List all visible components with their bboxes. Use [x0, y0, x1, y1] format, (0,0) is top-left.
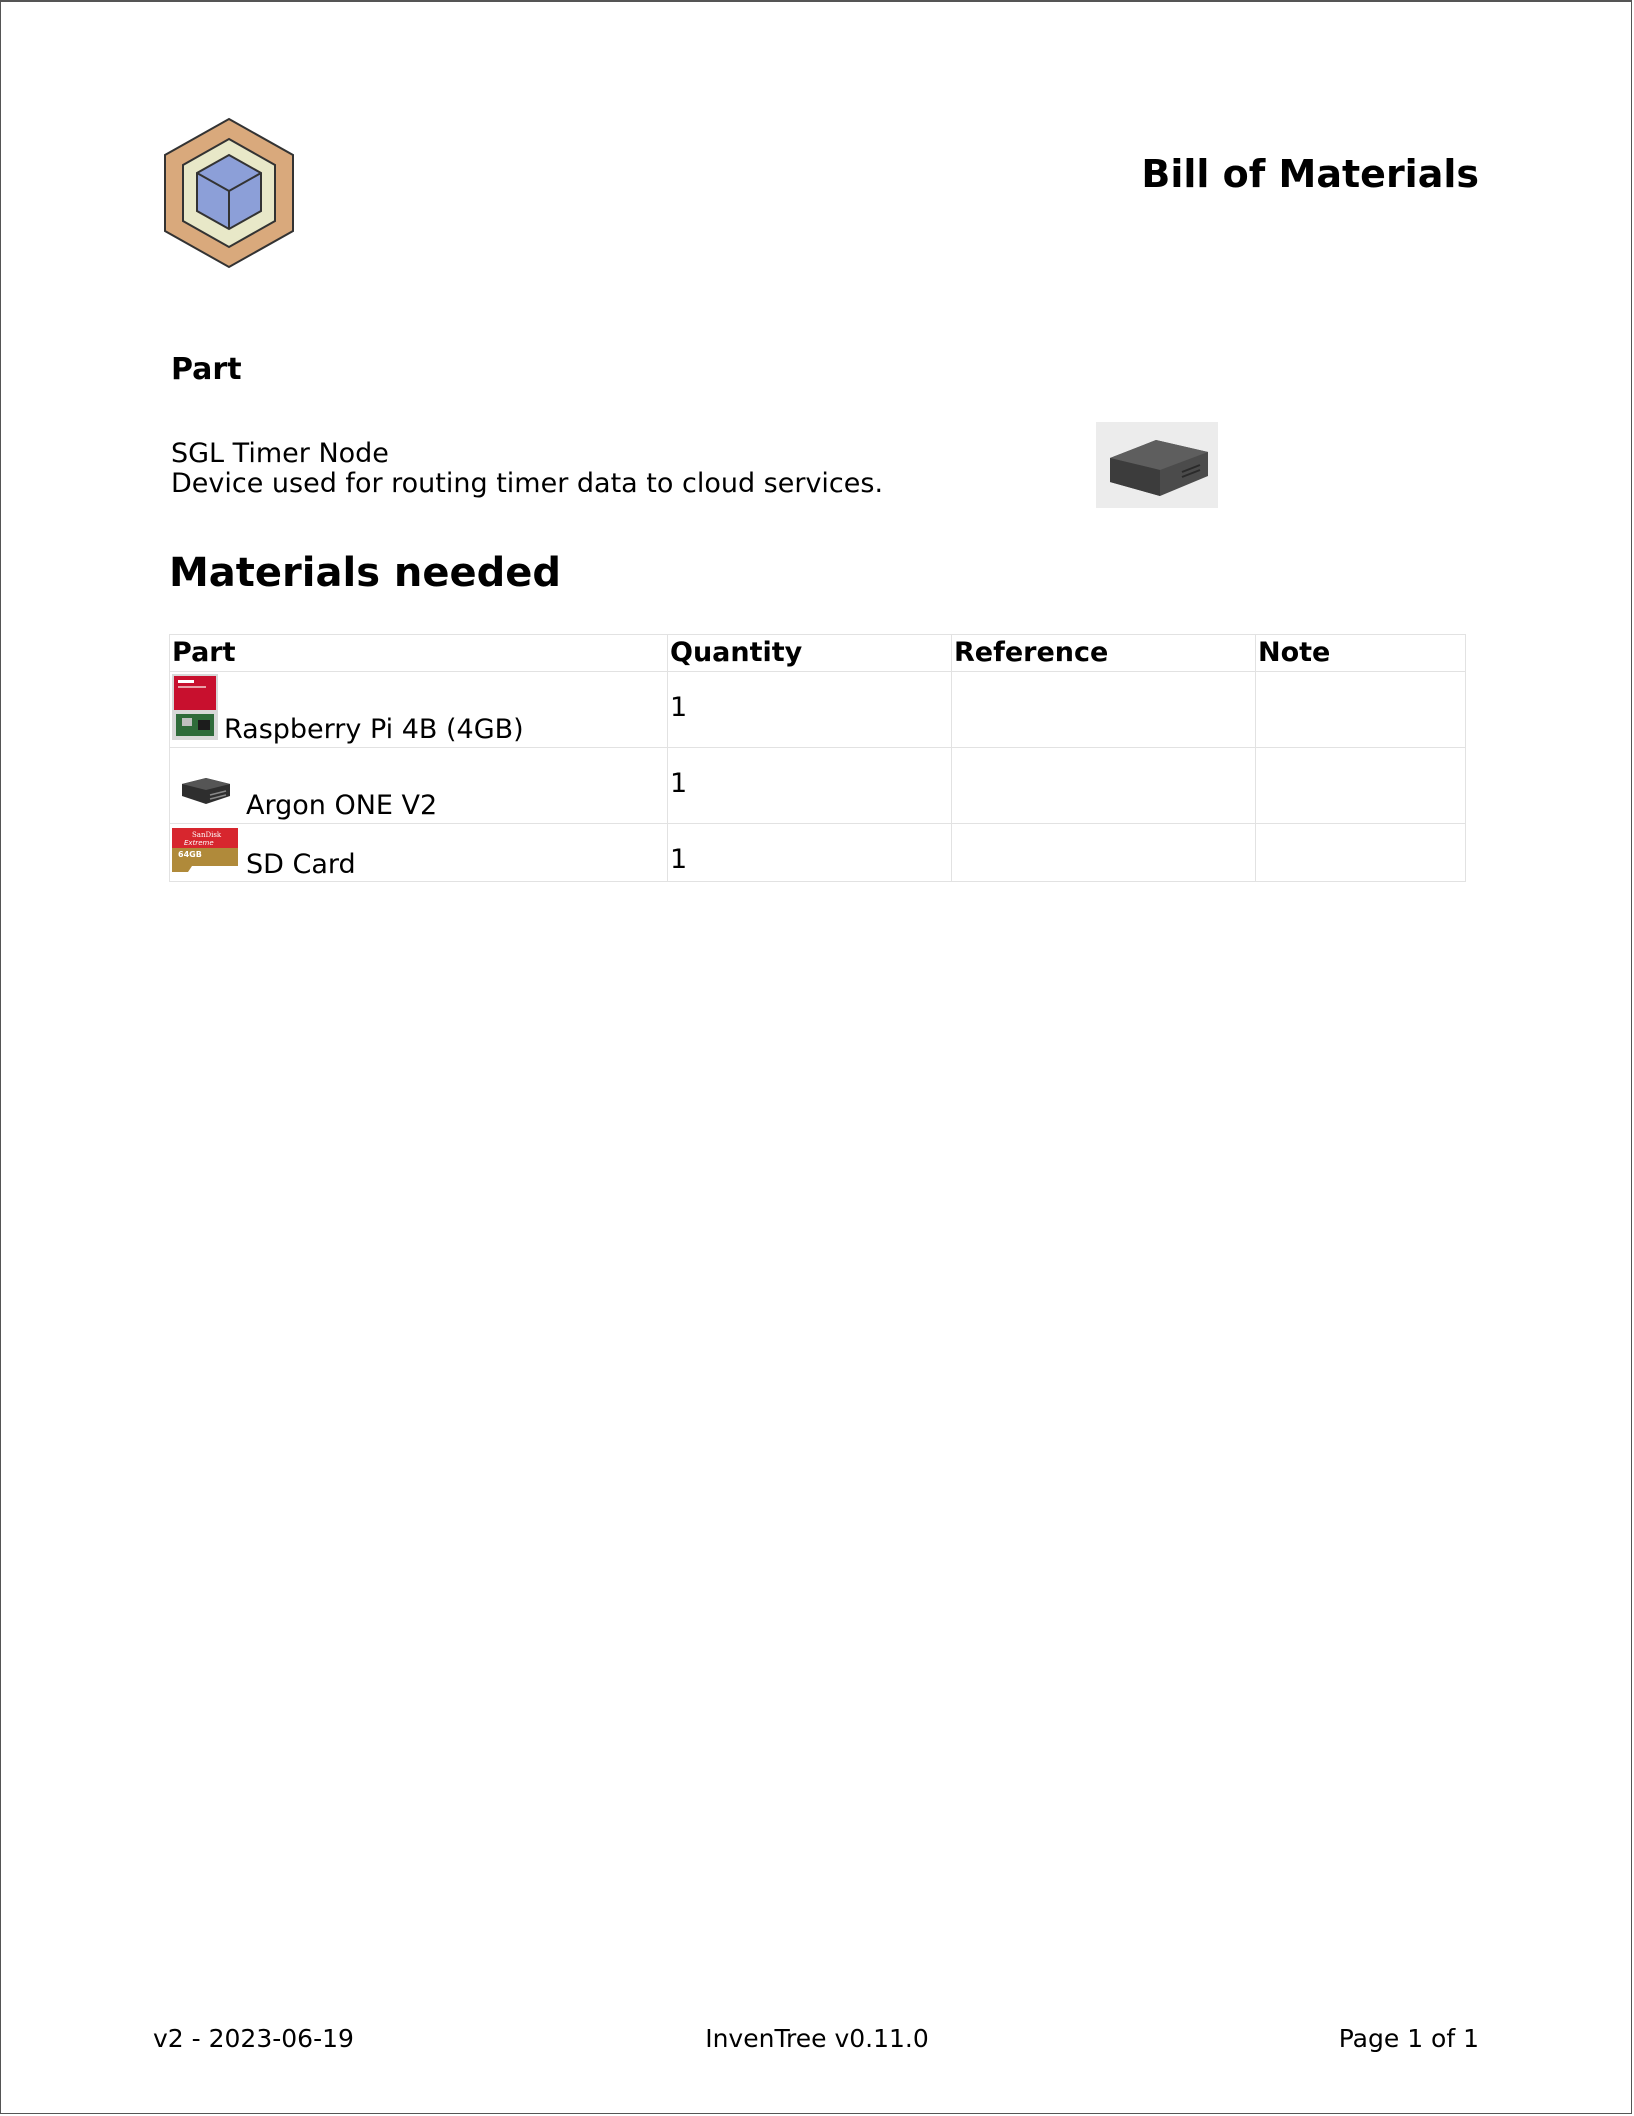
sd-card-thumbnail-icon: SanDisk Extreme 64GB [172, 826, 238, 872]
materials-heading: Materials needed [169, 550, 562, 596]
table-row: SanDisk Extreme 64GB SD Card 1 [169, 823, 1466, 882]
table-header-row: Part Quantity Reference Note [169, 634, 1466, 672]
note-cell [1255, 823, 1466, 882]
note-cell [1255, 671, 1466, 748]
column-header-reference: Reference [951, 634, 1256, 672]
raspberry-pi-thumbnail-icon [172, 674, 218, 740]
part-cell: SanDisk Extreme 64GB SD Card [169, 823, 668, 882]
part-label: SD Card [246, 849, 356, 880]
note-cell [1255, 747, 1466, 824]
sd-card-capacity: 64GB [178, 850, 202, 859]
table-row: Argon ONE V2 1 [169, 747, 1466, 824]
reference-cell [951, 823, 1256, 882]
column-header-quantity: Quantity [667, 634, 952, 672]
sd-card-brand: SanDisk [192, 831, 222, 839]
reference-cell [951, 747, 1256, 824]
part-image [1096, 422, 1218, 508]
part-label: Raspberry Pi 4B (4GB) [224, 714, 524, 745]
part-section-heading: Part [171, 352, 242, 387]
table-row: Raspberry Pi 4B (4GB) 1 [169, 671, 1466, 748]
report-title: Bill of Materials [1141, 152, 1479, 196]
column-header-note: Note [1255, 634, 1466, 672]
part-name: SGL Timer Node [171, 438, 389, 469]
quantity-cell: 1 [667, 747, 952, 824]
quantity-cell: 1 [667, 823, 952, 882]
bom-table: Part Quantity Reference Note Raspberry P… [169, 634, 1466, 882]
sd-card-line: Extreme [184, 839, 214, 847]
argon-case-thumbnail-icon [180, 776, 232, 806]
column-header-part: Part [169, 634, 668, 672]
footer-page-info: Page 1 of 1 [1338, 2024, 1479, 2053]
part-cell: Raspberry Pi 4B (4GB) [169, 671, 668, 748]
part-label: Argon ONE V2 [246, 790, 438, 821]
part-cell: Argon ONE V2 [169, 747, 668, 824]
quantity-cell: 1 [667, 671, 952, 748]
report-page: Bill of Materials Part SGL Timer Node De… [0, 0, 1632, 2114]
part-description: Device used for routing timer data to cl… [171, 468, 884, 499]
reference-cell [951, 671, 1256, 748]
inventree-logo-icon [161, 117, 297, 269]
